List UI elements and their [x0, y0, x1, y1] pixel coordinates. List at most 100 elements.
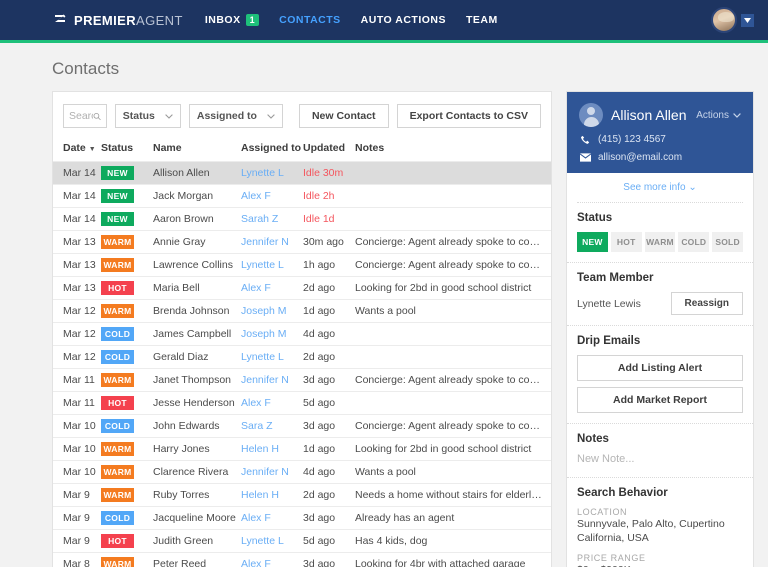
table-row[interactable]: Mar 13HOTMaria BellAlex F2d agoLooking f… [53, 277, 551, 300]
table-row[interactable]: Mar 14NEWJack MorganAlex FIdle 2h [53, 185, 551, 208]
nav-item-auto-actions-label: AUTO ACTIONS [361, 14, 446, 26]
cell-date: Mar 13 [53, 254, 101, 277]
cell-assigned-to: Alex F [241, 507, 303, 530]
see-more-info-link[interactable]: See more info ⌄ [577, 173, 743, 203]
assigned-to-filter-dropdown[interactable]: Assigned to [189, 104, 283, 128]
column-header-status[interactable]: Status [101, 140, 153, 162]
user-menu[interactable] [711, 7, 754, 33]
cell-assigned-to-text: Alex F [241, 190, 271, 202]
location-label: LOCATION [577, 507, 743, 517]
table-header-row: Date▼ Status Name Assigned to Updated No… [53, 140, 551, 162]
table-row[interactable]: Mar 8WARMPeter ReedAlex F3d agoLooking f… [53, 553, 551, 567]
cell-assigned-to: Lynette L [241, 162, 303, 185]
status-badge: COLD [101, 511, 134, 526]
cell-notes-text: Looking for 4br with attached garage [355, 558, 525, 567]
cell-updated-text: Idle 2h [303, 190, 335, 202]
contact-phone: (415) 123 4567 [598, 134, 666, 145]
column-header-notes[interactable]: Notes [355, 140, 551, 162]
table-row[interactable]: Mar 13WARMAnnie GrayJennifer N30m agoCon… [53, 231, 551, 254]
cell-date-text: Mar 10 [63, 466, 96, 478]
table-row[interactable]: Mar 14NEWAllison AllenLynette LIdle 30m [53, 162, 551, 185]
table-row[interactable]: Mar 11WARMJanet ThompsonJennifer N3d ago… [53, 369, 551, 392]
cell-notes-text: Needs a home without stairs for elderly … [355, 489, 551, 501]
cell-date: Mar 10 [53, 461, 101, 484]
table-row[interactable]: Mar 12COLDJames CampbellJoseph M4d ago [53, 323, 551, 346]
table-row[interactable]: Mar 9HOTJudith GreenLynette L5d agoHas 4… [53, 530, 551, 553]
status-badge: HOT [101, 281, 134, 296]
table-row[interactable]: Mar 10COLDJohn EdwardsSara Z3d agoConcie… [53, 415, 551, 438]
table-row[interactable]: Mar 9COLDJacqueline MooreAlex F3d agoAlr… [53, 507, 551, 530]
nav-item-contacts[interactable]: CONTACTS [279, 14, 341, 26]
cell-name: Janet Thompson [153, 369, 241, 392]
cell-notes [355, 208, 551, 231]
team-member-name: Lynette Lewis [577, 298, 641, 310]
nav-item-auto-actions[interactable]: AUTO ACTIONS [361, 14, 446, 26]
user-menu-chevron-down-icon[interactable] [741, 14, 754, 27]
cell-status: NEW [101, 162, 153, 185]
status-chip-new[interactable]: NEW [577, 232, 608, 252]
status-chip-hot[interactable]: HOT [611, 232, 642, 252]
table-row[interactable]: Mar 10WARMClarence RiveraJennifer N4d ag… [53, 461, 551, 484]
cell-assigned-to: Helen H [241, 438, 303, 461]
cell-notes: Needs a home without stairs for elderly … [355, 484, 551, 507]
contacts-toolbar: Status Assigned to New Contact Export Co… [53, 92, 551, 140]
table-row[interactable]: Mar 12COLDGerald DiazLynette L2d ago [53, 346, 551, 369]
table-row[interactable]: Mar 9WARMRuby TorresHelen H2d agoNeeds a… [53, 484, 551, 507]
cell-date: Mar 12 [53, 346, 101, 369]
column-header-updated[interactable]: Updated [303, 140, 355, 162]
chevron-down-icon [267, 110, 275, 122]
column-header-assigned-to[interactable]: Assigned to [241, 140, 303, 162]
new-contact-button[interactable]: New Contact [299, 104, 389, 128]
status-badge: WARM [101, 304, 134, 319]
premier-agent-logo[interactable]: PREMIERAGENT [52, 12, 183, 28]
table-row[interactable]: Mar 11HOTJesse HendersonAlex F5d ago [53, 392, 551, 415]
nav-item-contacts-label: CONTACTS [279, 14, 341, 26]
status-chip-sold[interactable]: SOLD [712, 232, 743, 252]
add-market-report-button[interactable]: Add Market Report [577, 387, 743, 413]
contact-email-row[interactable]: allison@email.com [579, 152, 741, 163]
cell-date: Mar 9 [53, 530, 101, 553]
table-row[interactable]: Mar 14NEWAaron BrownSarah ZIdle 1d [53, 208, 551, 231]
cell-notes-text: Wants a pool [355, 466, 416, 478]
cell-name: Allison Allen [153, 162, 241, 185]
cell-name: Annie Gray [153, 231, 241, 254]
status-filter-dropdown[interactable]: Status [115, 104, 181, 128]
logo-wordmark: PREMIERAGENT [74, 13, 183, 28]
status-badge: WARM [101, 557, 134, 567]
contact-actions-dropdown[interactable]: Actions [696, 110, 741, 121]
cell-date: Mar 9 [53, 507, 101, 530]
nav-item-team[interactable]: TEAM [466, 14, 498, 26]
export-contacts-csv-button[interactable]: Export Contacts to CSV [397, 104, 541, 128]
status-badge: WARM [101, 235, 134, 250]
add-listing-alert-button[interactable]: Add Listing Alert [577, 355, 743, 381]
cell-updated-text: 2d ago [303, 351, 335, 363]
column-header-name[interactable]: Name [153, 140, 241, 162]
logo-text-agent: AGENT [136, 13, 183, 28]
contact-phone-row[interactable]: (415) 123 4567 [579, 134, 741, 145]
search-behavior-section-title: Search Behavior [577, 487, 743, 499]
cell-updated-text: Idle 1d [303, 213, 335, 225]
search-input[interactable] [69, 110, 93, 122]
cell-updated-text: 4d ago [303, 466, 335, 478]
status-badge: COLD [101, 327, 134, 342]
table-row[interactable]: Mar 13WARMLawrence CollinsLynette L1h ag… [53, 254, 551, 277]
reassign-button[interactable]: Reassign [671, 292, 743, 315]
status-chip-cold[interactable]: COLD [678, 232, 709, 252]
cell-name-text: Judith Green [153, 535, 213, 547]
contacts-table: Date▼ Status Name Assigned to Updated No… [53, 140, 551, 567]
cell-date: Mar 14 [53, 162, 101, 185]
cell-date: Mar 11 [53, 392, 101, 415]
table-row[interactable]: Mar 10WARMHarry JonesHelen H1d agoLookin… [53, 438, 551, 461]
cell-date-text: Mar 12 [63, 328, 96, 340]
user-avatar[interactable] [711, 7, 737, 33]
column-header-date[interactable]: Date▼ [53, 140, 101, 162]
cell-date-text: Mar 9 [63, 512, 90, 524]
cell-name: Peter Reed [153, 553, 241, 567]
nav-item-inbox[interactable]: INBOX 1 [205, 14, 259, 27]
new-note-input[interactable]: New Note... [577, 453, 743, 467]
cell-status: HOT [101, 392, 153, 415]
search-box[interactable] [63, 104, 107, 128]
cell-updated-text: 3d ago [303, 374, 335, 386]
table-row[interactable]: Mar 12WARMBrenda JohnsonJoseph M1d agoWa… [53, 300, 551, 323]
status-chip-warm[interactable]: WARM [645, 232, 676, 252]
